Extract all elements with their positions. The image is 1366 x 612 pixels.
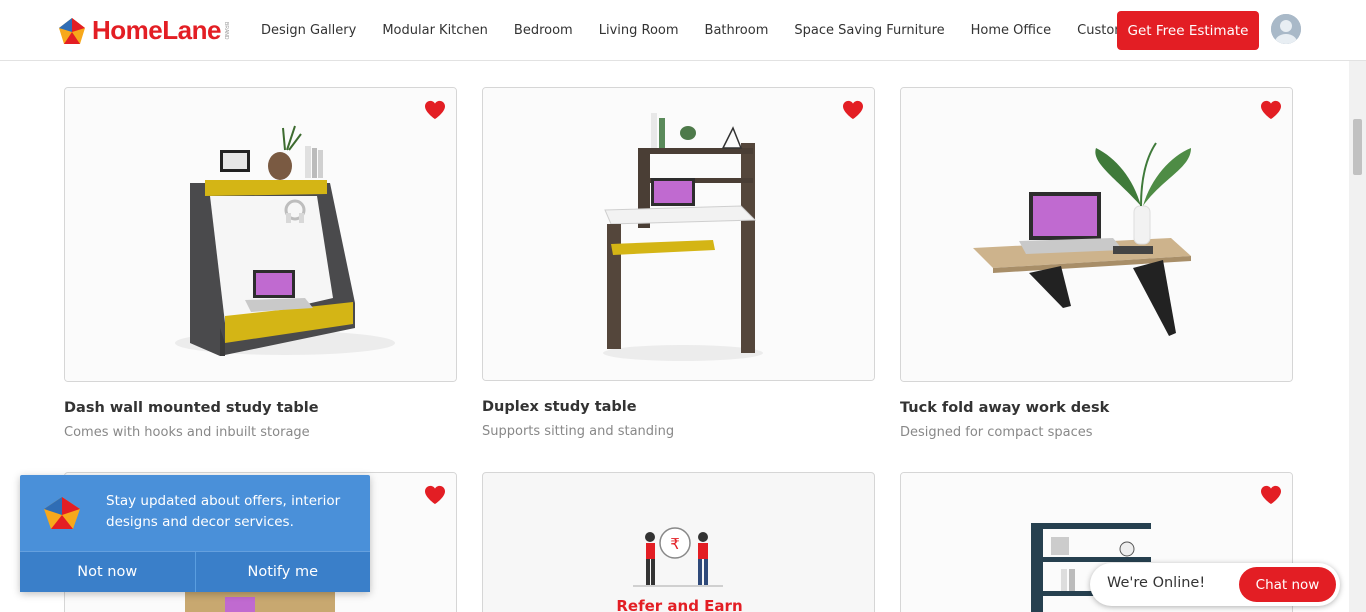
nav-modular-kitchen[interactable]: Modular Kitchen (382, 23, 488, 38)
nav-home-office[interactable]: Home Office (971, 23, 1051, 38)
nav-living-room[interactable]: Living Room (599, 23, 679, 38)
main-nav: Design Gallery Modular Kitchen Bedroom L… (248, 0, 1202, 61)
nav-space-saving-furniture[interactable]: Space Saving Furniture (794, 23, 944, 38)
heart-icon[interactable] (1260, 485, 1282, 505)
card-title[interactable]: Tuck fold away work desk (900, 400, 1109, 416)
heart-icon[interactable] (1260, 100, 1282, 120)
notification-prompt: Stay updated about offers, interior desi… (20, 475, 370, 592)
nav-bedroom[interactable]: Bedroom (514, 23, 573, 38)
chat-widget[interactable]: We're Online! Chat now (1090, 563, 1340, 606)
refer-illustration: ₹ (633, 527, 723, 587)
card-title[interactable]: Dash wall mounted study table (64, 400, 319, 416)
tuck-work-desk-image (901, 88, 1292, 381)
notification-actions: Not now Notify me (20, 551, 370, 592)
get-free-estimate-button[interactable]: Get Free Estimate (1117, 11, 1259, 50)
dash-study-table-image (65, 88, 456, 381)
not-now-button[interactable]: Not now (20, 552, 195, 592)
product-image-tuck[interactable] (900, 87, 1293, 382)
card-subtitle: Comes with hooks and inbuilt storage (64, 425, 310, 440)
heart-icon[interactable] (424, 100, 446, 120)
product-card-duplex[interactable]: Duplex study table Supports sitting and … (482, 87, 875, 447)
user-avatar-icon (1271, 14, 1301, 44)
product-image-dash[interactable] (64, 87, 457, 382)
homelane-logo-icon (44, 497, 80, 529)
card-subtitle: Designed for compact spaces (900, 425, 1093, 440)
nav-bathroom[interactable]: Bathroom (705, 23, 769, 38)
rupee-symbol: ₹ (670, 535, 680, 553)
chat-now-button[interactable]: Chat now (1239, 567, 1336, 602)
product-card-tuck[interactable]: Tuck fold away work desk Designed for co… (900, 87, 1293, 447)
site-header: HomeLane BRAND Design Gallery Modular Ki… (0, 0, 1366, 61)
card-subtitle: Supports sitting and standing (482, 424, 675, 439)
refer-and-earn-label[interactable]: Refer and Earn (483, 597, 874, 612)
brand-name: HomeLane (92, 15, 221, 45)
duplex-study-table-image (483, 88, 874, 380)
user-avatar[interactable] (1271, 14, 1301, 44)
homelane-logo[interactable]: HomeLane BRAND (58, 15, 229, 46)
heart-icon[interactable] (424, 485, 446, 505)
heart-icon[interactable] (842, 100, 864, 120)
notify-me-button[interactable]: Notify me (194, 552, 370, 592)
refer-and-earn-card[interactable]: ₹ Refer and Earn (482, 472, 875, 612)
notification-message: Stay updated about offers, interior desi… (106, 493, 341, 530)
product-image-duplex[interactable] (482, 87, 875, 381)
page-scrollbar[interactable] (1349, 61, 1366, 612)
refer-and-earn-panel[interactable]: ₹ Refer and Earn (482, 472, 875, 612)
brand-sub: BRAND (222, 21, 229, 40)
chat-status: We're Online! (1107, 575, 1206, 591)
nav-design-gallery[interactable]: Design Gallery (261, 23, 356, 38)
card-title[interactable]: Duplex study table (482, 399, 637, 415)
product-card-dash[interactable]: Dash wall mounted study table Comes with… (64, 87, 457, 447)
homelane-logo-icon (59, 17, 85, 44)
scrollbar-thumb[interactable] (1353, 119, 1362, 175)
